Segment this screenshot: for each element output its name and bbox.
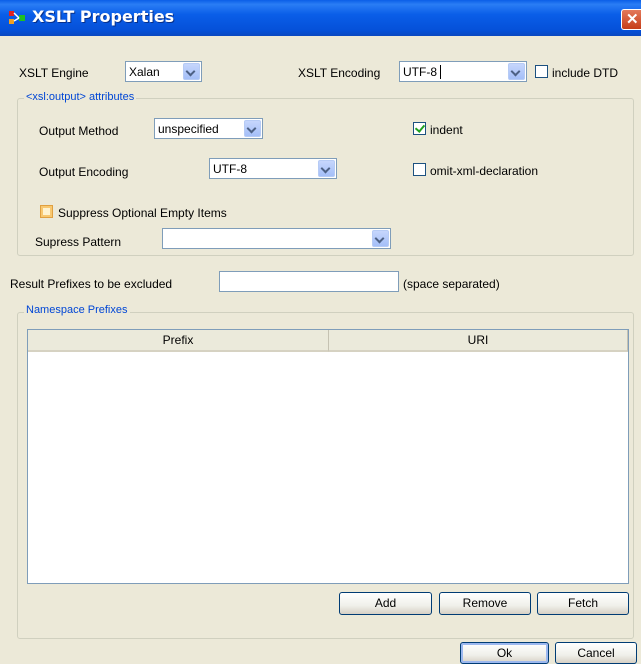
output-method-label: Output Method <box>39 124 119 138</box>
namespace-prefixes-legend: Namespace Prefixes <box>24 304 130 316</box>
result-prefixes-label: Result Prefixes to be excluded <box>10 277 173 291</box>
suppress-pattern-combo[interactable] <box>162 228 391 249</box>
xslt-encoding-label: XSLT Encoding <box>298 66 381 80</box>
omit-xml-declaration-checkbox[interactable] <box>413 163 426 176</box>
namespace-table[interactable]: Prefix URI <box>27 329 629 584</box>
ok-button[interactable]: Ok <box>460 642 549 664</box>
indent-checkbox[interactable] <box>413 122 426 135</box>
result-prefixes-input[interactable] <box>219 271 399 292</box>
suppress-optional-checkbox[interactable] <box>40 205 53 218</box>
close-icon: ✕ <box>626 11 639 28</box>
output-encoding-value: UTF-8 <box>213 162 247 176</box>
xslt-encoding-value[interactable]: UTF-8 <box>403 65 437 79</box>
output-method-value: unspecified <box>158 122 219 136</box>
title-bar[interactable]: XSLT Properties ✕ <box>0 0 641 36</box>
indent-label[interactable]: indent <box>430 123 463 137</box>
add-button[interactable]: Add <box>339 592 432 615</box>
output-method-select[interactable]: unspecified <box>154 118 263 139</box>
chevron-down-icon[interactable] <box>318 160 335 177</box>
suppress-optional-label[interactable]: Suppress Optional Empty Items <box>58 206 227 220</box>
column-header-prefix[interactable]: Prefix <box>28 330 329 352</box>
suppress-pattern-label: Supress Pattern <box>35 235 122 249</box>
xslt-engine-value: Xalan <box>129 65 160 79</box>
include-dtd-label[interactable]: include DTD <box>552 66 618 80</box>
column-header-uri[interactable]: URI <box>329 330 628 352</box>
chevron-down-icon[interactable] <box>508 63 525 80</box>
chevron-down-icon[interactable] <box>183 63 200 80</box>
xslt-engine-select[interactable]: Xalan <box>125 61 202 82</box>
output-encoding-label: Output Encoding <box>39 165 129 179</box>
remove-button[interactable]: Remove <box>439 592 531 615</box>
result-prefixes-hint: (space separated) <box>403 277 500 291</box>
cancel-button[interactable]: Cancel <box>555 642 637 664</box>
chevron-down-icon[interactable] <box>244 120 261 137</box>
xslt-encoding-combo[interactable]: UTF-8 <box>399 61 527 82</box>
close-button[interactable]: ✕ <box>621 9 641 30</box>
dialog-body: XSLT Engine Xalan XSLT Encoding UTF-8 in… <box>7 36 641 664</box>
include-dtd-checkbox[interactable] <box>535 65 548 78</box>
output-encoding-select[interactable]: UTF-8 <box>209 158 337 179</box>
chevron-down-icon[interactable] <box>372 230 389 247</box>
output-attributes-legend: <xsl:output> attributes <box>24 91 137 103</box>
xslt-app-icon <box>9 11 25 24</box>
omit-xml-declaration-label[interactable]: omit-xml-declaration <box>430 164 538 178</box>
xslt-engine-label: XSLT Engine <box>19 66 89 80</box>
text-caret <box>440 65 441 79</box>
fetch-button[interactable]: Fetch <box>537 592 629 615</box>
window-title: XSLT Properties <box>32 7 175 26</box>
